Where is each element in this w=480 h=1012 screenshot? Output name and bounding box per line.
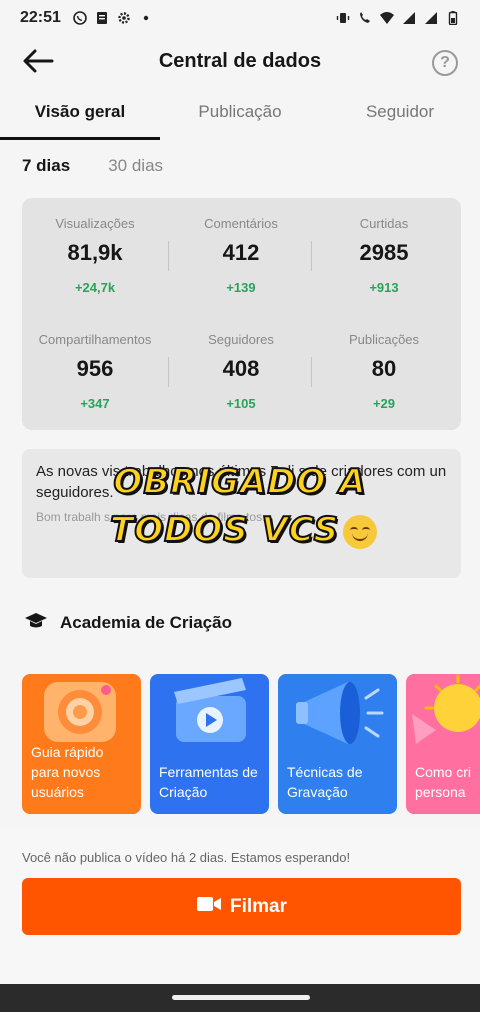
notice-main-text: As novas vis trabalhos nos últimos 7 di … [36, 463, 447, 501]
graduation-cap-icon [24, 609, 48, 638]
document-icon [95, 11, 109, 25]
course-label: Ferramentas de Criação [159, 764, 258, 800]
period-30-days[interactable]: 30 dias [108, 156, 163, 180]
academy-header: Academia de Criação [24, 610, 232, 636]
signal-icon [424, 11, 438, 25]
course-label: Técnicas de Gravação [287, 764, 363, 800]
notice-card[interactable]: As novas vis trabalhos nos últimos 7 di … [22, 449, 461, 578]
stat-delta: +913 [369, 280, 399, 295]
stat-visualizacoes[interactable]: Visualizações 81,9k +24,7k [22, 216, 168, 295]
stat-delta: +24,7k [74, 280, 116, 295]
stat-compartilhamentos[interactable]: Compartilhamentos 956 +347 [22, 332, 168, 411]
stat-delta: +139 [226, 280, 256, 295]
academy-title: Academia de Criação [60, 613, 232, 632]
stat-value: 80 [371, 356, 397, 381]
course-cards-row: Guia rápido para novos usuários Ferramen… [22, 674, 480, 816]
clapperboard-icon [174, 678, 246, 742]
film-button-label: Filmar [229, 895, 288, 917]
stats-card: Visualizações 81,9k +24,7k Comentários 4… [22, 198, 461, 430]
battery-icon [446, 11, 460, 26]
system-nav-bar [0, 984, 480, 1012]
stat-label: Comentários [204, 216, 278, 231]
stat-curtidas[interactable]: Curtidas 2985 +913 [311, 216, 457, 295]
course-card-ferramentas[interactable]: Ferramentas de Criação [150, 674, 269, 814]
back-arrow-icon[interactable] [20, 46, 56, 76]
period-7-days[interactable]: 7 dias [22, 156, 70, 180]
publish-reminder-text: Você não publica o vídeo há 2 dias. Esta… [22, 850, 351, 865]
sun-illustration-icon [412, 674, 480, 744]
video-camera-icon [196, 894, 222, 920]
period-selector: 7 dias 30 dias [22, 156, 163, 180]
megaphone-icon [296, 682, 384, 744]
film-button[interactable]: Filmar [22, 878, 461, 935]
stat-seguidores[interactable]: Seguidores 408 +105 [168, 332, 314, 411]
home-gesture-pill[interactable] [172, 995, 310, 1000]
page-title: Central de dados [158, 49, 322, 72]
status-left-icons [73, 11, 153, 25]
stat-publicacoes[interactable]: Publicações 80 +29 [311, 332, 457, 411]
notice-sub-text: Bom trabalh s para mais dicas de filme t… [36, 510, 266, 524]
tab-bar: Visão geral Publicação Seguidor [0, 92, 480, 140]
stat-delta: +105 [226, 396, 256, 411]
course-card-tecnicas[interactable]: Técnicas de Gravação [278, 674, 397, 814]
status-right-icons [336, 11, 460, 26]
stat-label: Visualizações [55, 216, 135, 231]
vibrate-icon [336, 11, 350, 25]
stat-value: 412 [222, 240, 260, 265]
stat-label: Seguidores [208, 332, 274, 347]
stat-value: 2985 [359, 240, 409, 265]
stat-label: Compartilhamentos [38, 332, 152, 347]
tab-seguidor[interactable]: Seguidor [320, 92, 480, 140]
tab-publicacao[interactable]: Publicação [160, 92, 320, 140]
tab-visao-geral[interactable]: Visão geral [0, 92, 160, 140]
course-card-como-criar[interactable]: Como cri persona [406, 674, 480, 814]
course-label: Como cri persona [415, 764, 472, 800]
wifi-icon [380, 11, 394, 25]
course-card-guia-rapido[interactable]: Guia rápido para novos usuários [22, 674, 141, 814]
help-icon[interactable]: ? [432, 50, 458, 76]
stat-value: 81,9k [67, 240, 123, 265]
stat-value: 956 [76, 356, 114, 381]
stat-delta: +347 [80, 396, 110, 411]
stat-value: 408 [222, 356, 260, 381]
signal-4g-icon [402, 11, 416, 25]
call-4g-icon [358, 11, 372, 25]
stat-comentarios[interactable]: Comentários 412 +139 [168, 216, 314, 295]
stat-label: Publicações [348, 332, 420, 347]
settings-icon [117, 11, 131, 25]
stat-label: Curtidas [359, 216, 409, 231]
status-bar: 22:51 [0, 0, 480, 36]
app-header: Central de dados ? [0, 36, 480, 86]
stat-delta: +29 [372, 396, 396, 411]
dot-icon [139, 11, 153, 25]
whatsapp-icon [73, 11, 87, 25]
status-time: 22:51 [20, 9, 61, 26]
course-label: Guia rápido para novos usuários [31, 744, 104, 800]
bottom-bar: Você não publica o vídeo há 2 dias. Esta… [0, 830, 480, 984]
